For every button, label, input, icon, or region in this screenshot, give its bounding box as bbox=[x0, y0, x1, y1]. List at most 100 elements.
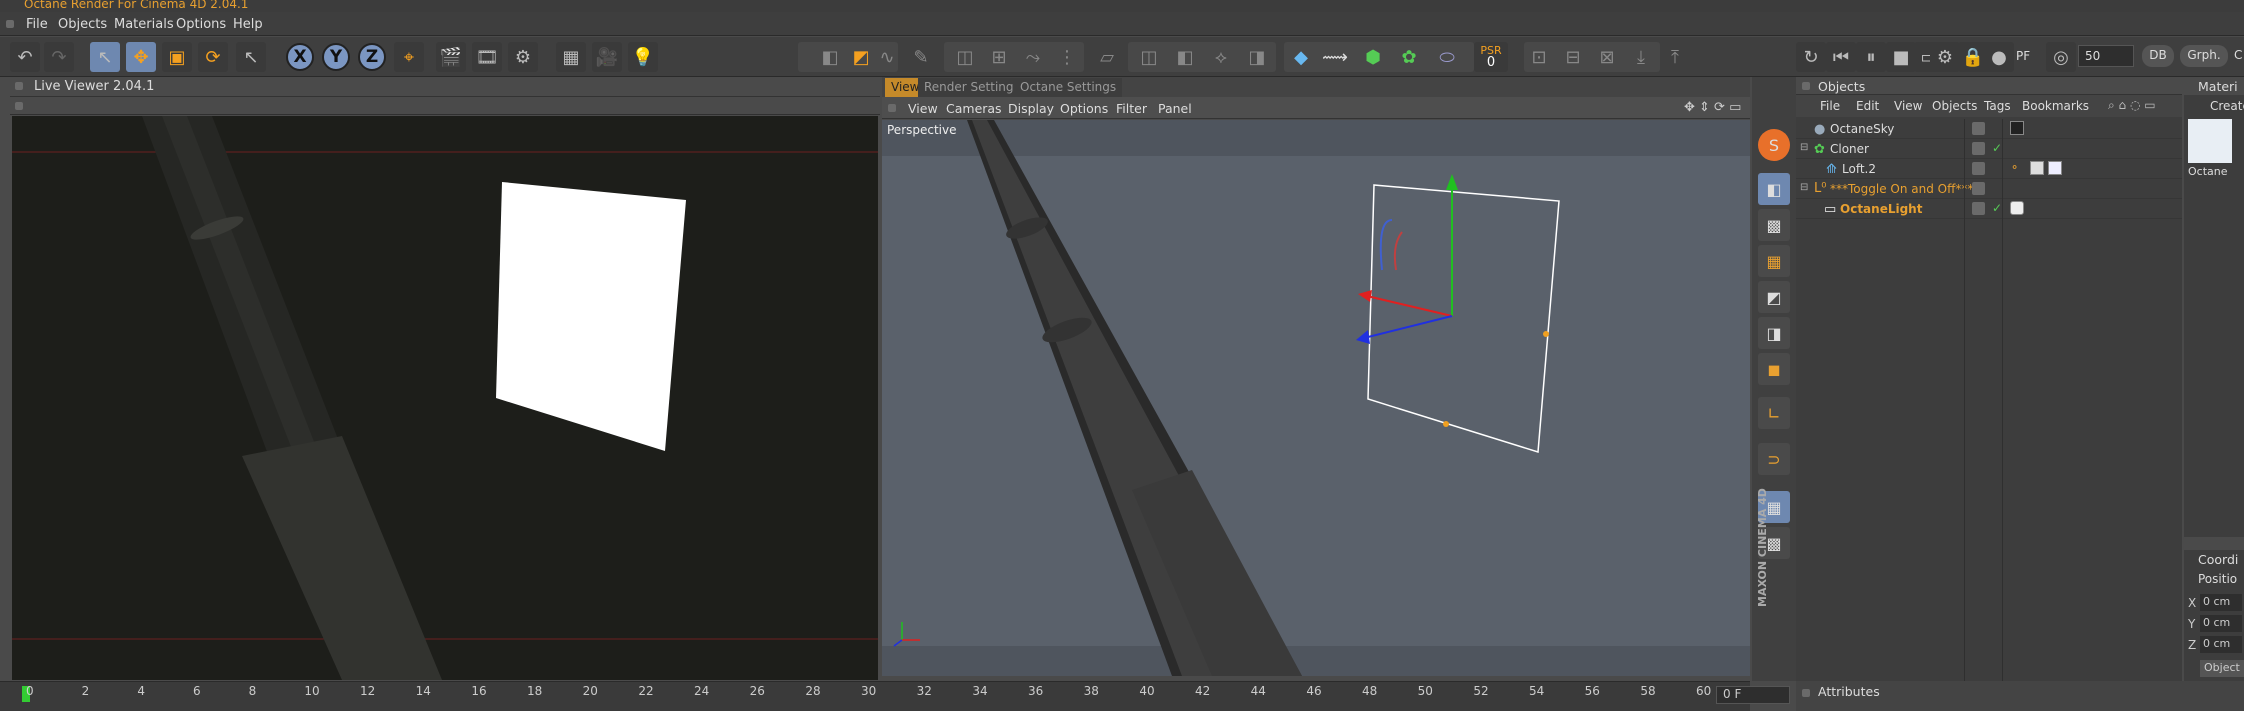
phong-tag-icon[interactable]: ⚬ bbox=[2010, 161, 2019, 174]
light-icon[interactable]: 💡 bbox=[628, 42, 658, 72]
cube-icon[interactable]: ◧ bbox=[815, 42, 845, 72]
menu-options[interactable]: Options bbox=[176, 17, 226, 32]
magnet-icon[interactable]: ⊃ bbox=[1758, 443, 1790, 475]
zoom-field[interactable]: 50 bbox=[2078, 45, 2134, 67]
menu-file[interactable]: File bbox=[26, 17, 48, 32]
expand-icon[interactable]: ⊟ bbox=[1800, 182, 1808, 193]
visibility-toggle[interactable] bbox=[1972, 122, 1985, 135]
checker-tag-icon[interactable] bbox=[2030, 161, 2044, 175]
axis-snap-icon[interactable]: ⤓ bbox=[1626, 42, 1656, 72]
visibility-toggle[interactable] bbox=[1972, 142, 1985, 155]
nurbs-icon[interactable]: ◫ bbox=[950, 42, 980, 72]
viewport-menu-display[interactable]: Display bbox=[1008, 101, 1054, 116]
objects-menu-edit[interactable]: Edit bbox=[1856, 99, 1879, 113]
viewport-canvas[interactable]: Perspective bbox=[882, 120, 1750, 676]
undo-icon[interactable]: ↶ bbox=[10, 42, 40, 72]
viewport-menu-view[interactable]: View bbox=[908, 101, 938, 116]
menu-materials[interactable]: Materials bbox=[114, 17, 174, 32]
stop-icon[interactable]: ■ bbox=[1886, 42, 1916, 72]
pause-icon[interactable]: ⏸ bbox=[1856, 42, 1886, 72]
pen-icon[interactable]: ✎ bbox=[906, 42, 936, 72]
coordinate-system-icon[interactable]: ⌖ bbox=[394, 42, 424, 72]
menu-help[interactable]: Help bbox=[233, 17, 263, 32]
objects-menu-bookmarks[interactable]: Bookmarks bbox=[2022, 99, 2089, 113]
object-row-cloner[interactable]: ⊟ ✿ Cloner ✓ bbox=[1796, 139, 2182, 159]
render-view-icon[interactable]: 🎬 bbox=[436, 42, 466, 72]
object-row-toggle-null[interactable]: ⊟ L⁰ ***Toggle On and Off*** bbox=[1796, 179, 2182, 199]
octane-capsule-icon[interactable]: ⬭ bbox=[1432, 42, 1462, 72]
coord-z-field[interactable]: 0 cm bbox=[2200, 636, 2242, 653]
objects-menu-view[interactable]: View bbox=[1894, 99, 1922, 113]
panel-grip-icon[interactable] bbox=[1802, 689, 1810, 697]
environment-icon[interactable]: ◫ bbox=[1134, 42, 1164, 72]
refresh-icon[interactable]: ↻ bbox=[1796, 42, 1826, 72]
texture-mode-icon[interactable]: ▩ bbox=[1758, 209, 1790, 241]
material-tag-icon[interactable] bbox=[2048, 161, 2062, 175]
sky-icon[interactable]: ◧ bbox=[1170, 42, 1200, 72]
object-row-loft[interactable]: ⟰ Loft.2 ⚬ bbox=[1796, 159, 2182, 179]
last-tool-icon[interactable]: ↖ bbox=[236, 42, 266, 72]
light-tag-icon[interactable] bbox=[2010, 201, 2024, 215]
visibility-toggle[interactable] bbox=[1972, 202, 1985, 215]
mograph-icon[interactable]: ⋮ bbox=[1052, 42, 1082, 72]
panel-grip-icon[interactable] bbox=[15, 82, 23, 90]
points-mode-icon[interactable]: ◩ bbox=[1758, 281, 1790, 313]
coord-y-field[interactable]: 0 cm bbox=[2200, 615, 2242, 632]
material-tag-icon[interactable] bbox=[2010, 121, 2024, 135]
visibility-toggle[interactable] bbox=[1972, 182, 1985, 195]
panel-grip-icon[interactable] bbox=[1802, 82, 1810, 90]
octane-scatter-icon[interactable]: ✿ bbox=[1394, 42, 1424, 72]
panel-grip-icon[interactable] bbox=[888, 104, 896, 112]
viewport-menu-cameras[interactable]: Cameras bbox=[946, 101, 1002, 116]
coord-x-field[interactable]: 0 cm bbox=[2200, 594, 2242, 611]
tab-render-settings[interactable]: Render Settings bbox=[918, 78, 1026, 97]
array-icon[interactable]: ⊞ bbox=[984, 42, 1014, 72]
rotate-icon[interactable]: ⟳ bbox=[198, 42, 228, 72]
y-axis-lock-button[interactable]: Y bbox=[322, 43, 350, 71]
expand-icon[interactable]: ⊟ bbox=[1800, 142, 1808, 153]
object-row-octanesky[interactable]: ● OctaneSky bbox=[1796, 119, 2182, 139]
coord-object-dropdown[interactable]: Object bbox=[2200, 660, 2244, 677]
db-button[interactable]: DB bbox=[2142, 45, 2174, 67]
live-selection-icon[interactable]: ↖ bbox=[90, 42, 120, 72]
restart-icon[interactable]: ⏮ bbox=[1826, 42, 1856, 72]
objects-menu-tags[interactable]: Tags bbox=[1984, 99, 2011, 113]
graph-button[interactable]: Grph. bbox=[2180, 45, 2228, 67]
objects-menu-objects[interactable]: Objects bbox=[1932, 99, 1977, 113]
snap-icon[interactable]: ⊡ bbox=[1524, 42, 1554, 72]
x-axis-lock-button[interactable]: X bbox=[286, 43, 314, 71]
more-button[interactable]: C bbox=[2234, 48, 2242, 62]
stage-icon[interactable]: ◨ bbox=[1242, 42, 1272, 72]
axis-mode-icon[interactable]: ∟ bbox=[1758, 397, 1790, 429]
octane-cube-icon[interactable]: ◆ bbox=[1286, 42, 1316, 72]
z-axis-lock-button[interactable]: Z bbox=[358, 43, 386, 71]
viewport-menu-filter[interactable]: Filter bbox=[1116, 101, 1147, 116]
workplane-mode-icon[interactable]: ▦ bbox=[1758, 245, 1790, 277]
grid-icon[interactable]: ▦ bbox=[556, 42, 586, 72]
objects-menu-file[interactable]: File bbox=[1820, 99, 1840, 113]
render-picture-viewer-icon[interactable]: 🎞 bbox=[472, 42, 502, 72]
octane-s-icon[interactable]: S bbox=[1758, 129, 1790, 161]
psr-button[interactable]: PSR 0 bbox=[1474, 42, 1508, 72]
material-thumbnail[interactable] bbox=[2188, 119, 2232, 163]
bend-icon[interactable]: ⟡ bbox=[1206, 42, 1236, 72]
settings-gear-icon[interactable]: ⚙ bbox=[1930, 42, 1960, 72]
spline-icon[interactable]: ∿ bbox=[872, 42, 902, 72]
object-row-octanelight[interactable]: ▭ OctaneLight ✓ bbox=[1796, 199, 2182, 219]
move-icon[interactable]: ✥ bbox=[126, 42, 156, 72]
octane-object-icon[interactable]: ⬢ bbox=[1358, 42, 1388, 72]
enabled-check-icon[interactable]: ✓ bbox=[1992, 201, 2002, 215]
pick-focus-icon[interactable]: ◎ bbox=[2046, 42, 2076, 72]
octane-spline-icon[interactable]: ⟿ bbox=[1320, 42, 1350, 72]
modelling-axis-icon[interactable]: ⤒ bbox=[1660, 42, 1690, 72]
scale-icon[interactable]: ▣ bbox=[162, 42, 192, 72]
render-settings-icon[interactable]: ⚙ bbox=[508, 42, 538, 72]
objects-search-icon[interactable]: ⌕ ⌂ ◌ ▭ bbox=[2108, 98, 2156, 113]
model-mode-icon[interactable]: ◧ bbox=[1758, 173, 1790, 205]
redo-icon[interactable]: ↷ bbox=[44, 42, 74, 72]
materials-menu-create[interactable]: Create bbox=[2210, 99, 2244, 113]
polygons-mode-icon[interactable]: ◼ bbox=[1758, 353, 1790, 385]
deformer-icon[interactable]: ⤳ bbox=[1018, 42, 1048, 72]
timeline[interactable]: 0 2 4 6 8 10 12 14 16 18 20 22 24 26 28 30 32 34 36 38 40 42 4… bbox=[0, 681, 1750, 711]
floor-icon[interactable]: ▱ bbox=[1092, 42, 1122, 72]
